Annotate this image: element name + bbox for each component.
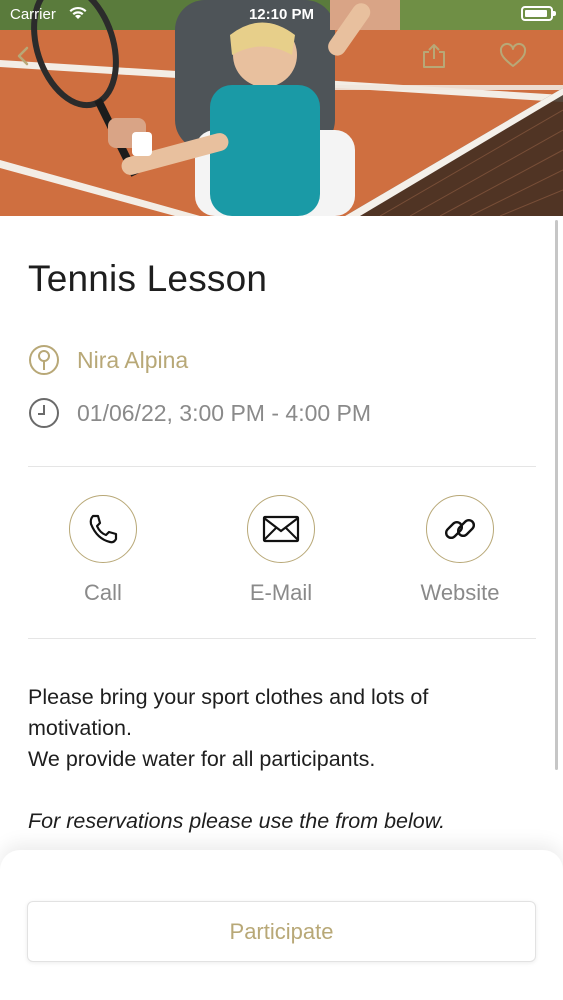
divider	[28, 638, 536, 639]
email-circle[interactable]	[247, 495, 315, 563]
envelope-icon	[262, 515, 300, 543]
location-name: Nira Alpina	[77, 346, 189, 373]
share-icon	[423, 44, 445, 68]
divider	[28, 466, 536, 467]
battery-icon	[521, 6, 556, 21]
scrollbar[interactable]	[555, 220, 558, 770]
website-button[interactable]: Website	[390, 495, 530, 606]
chevron-left-icon	[17, 46, 29, 66]
website-label: Website	[420, 580, 500, 605]
event-title: Tennis Lesson	[28, 258, 268, 299]
event-description: Please bring your sport clothes and lots…	[28, 682, 538, 837]
email-button[interactable]: E-Mail	[211, 495, 351, 606]
website-circle[interactable]	[426, 495, 494, 563]
call-circle[interactable]	[69, 495, 137, 563]
clock-icon	[29, 398, 59, 428]
email-label: E-Mail	[249, 580, 313, 605]
location-row[interactable]: Nira Alpina	[28, 344, 188, 376]
phone-icon	[89, 514, 118, 544]
description-line: We provide water for all participants.	[28, 747, 376, 771]
call-label: Call	[84, 580, 122, 605]
event-datetime: 01/06/22, 3:00 PM - 4:00 PM	[77, 399, 372, 426]
back-button[interactable]	[10, 42, 38, 70]
tennis-court-illustration	[0, 0, 563, 216]
reservation-note: For reservations please use the from bel…	[28, 809, 446, 833]
location-pin-icon	[29, 345, 59, 375]
participate-button[interactable]: Participate	[27, 901, 536, 962]
favorite-button[interactable]	[499, 42, 527, 70]
bottom-sheet: Participate	[0, 850, 563, 1000]
heart-icon	[499, 42, 527, 67]
description-line: Please bring your sport clothes and lots…	[28, 685, 429, 740]
datetime-row: 01/06/22, 3:00 PM - 4:00 PM	[28, 397, 371, 429]
share-button[interactable]	[420, 42, 448, 70]
clock-time: 12:10 PM	[248, 6, 315, 23]
hero-image	[0, 0, 563, 216]
link-icon	[444, 518, 476, 540]
call-button[interactable]: Call	[33, 495, 173, 606]
status-bar: Carrier 12:10 PM	[0, 0, 563, 30]
